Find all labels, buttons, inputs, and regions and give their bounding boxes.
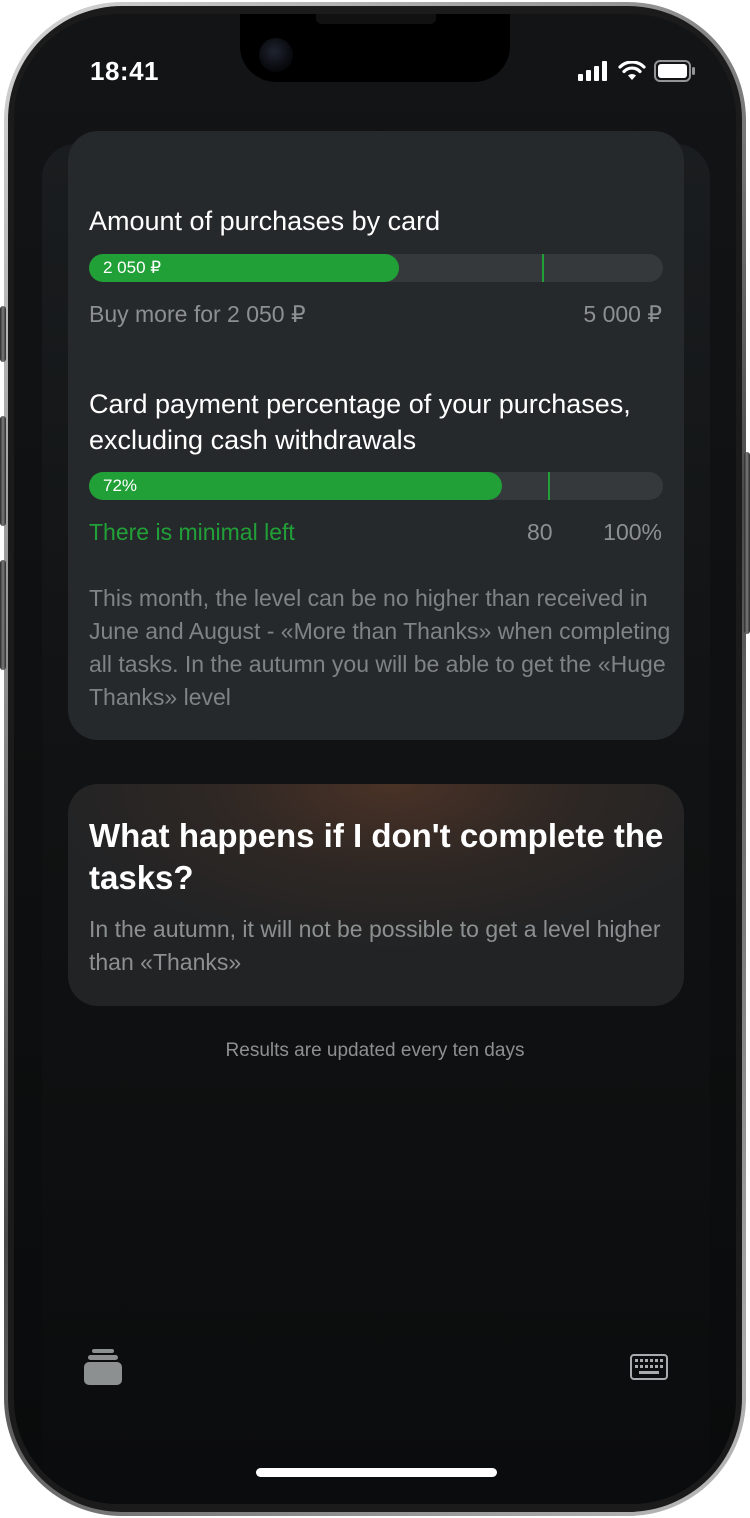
faq-title: What happens if I don't complete the tas… — [89, 817, 664, 896]
speaker-grille — [316, 14, 436, 24]
power-button — [744, 452, 750, 634]
battery-icon — [654, 60, 696, 87]
cellular-signal-icon — [578, 61, 610, 86]
silent-switch — [0, 306, 6, 362]
cards-stack-icon[interactable] — [84, 1349, 122, 1390]
volume-down-button — [0, 560, 6, 670]
level-note: This month, the level can be no higher t… — [89, 585, 671, 710]
results-update-note: Results are updated every ten days — [225, 1040, 525, 1061]
purchases-progress-bar: 2 050 ₽ — [89, 254, 663, 282]
card-payment-current-label: 72% — [103, 476, 138, 495]
screen: Amount of purchases by card 2 050 ₽ Buy … — [14, 14, 736, 1504]
status-icons — [578, 60, 696, 87]
status-time: 18:41 — [90, 56, 159, 86]
card-payment-progress-fill: 72% — [89, 472, 503, 500]
wifi-icon — [618, 60, 646, 86]
card-payment-threshold: 80 — [527, 519, 553, 545]
purchases-current-label: 2 050 ₽ — [103, 258, 162, 277]
card-payment-max: 100% — [603, 519, 662, 545]
card-payment-title: Card payment percentage of your purchase… — [89, 389, 631, 455]
keyboard-icon[interactable] — [630, 1354, 668, 1387]
purchases-remaining-text: Buy more for 2 050 ₽ — [89, 301, 306, 327]
card-payment-progress-bar: 72% — [89, 472, 663, 500]
purchases-title: Amount of purchases by card — [89, 206, 441, 236]
card-payment-target-marker — [548, 472, 551, 500]
home-indicator[interactable] — [256, 1468, 497, 1477]
purchases-target-value: 5 000 ₽ — [583, 301, 662, 327]
front-camera — [259, 38, 293, 72]
purchases-target-marker — [542, 254, 545, 282]
volume-up-button — [0, 416, 6, 526]
purchases-progress-fill: 2 050 ₽ — [89, 254, 399, 282]
card-payment-status: There is minimal left — [89, 519, 295, 545]
faq-body: In the autumn, it will not be possible t… — [89, 916, 661, 975]
